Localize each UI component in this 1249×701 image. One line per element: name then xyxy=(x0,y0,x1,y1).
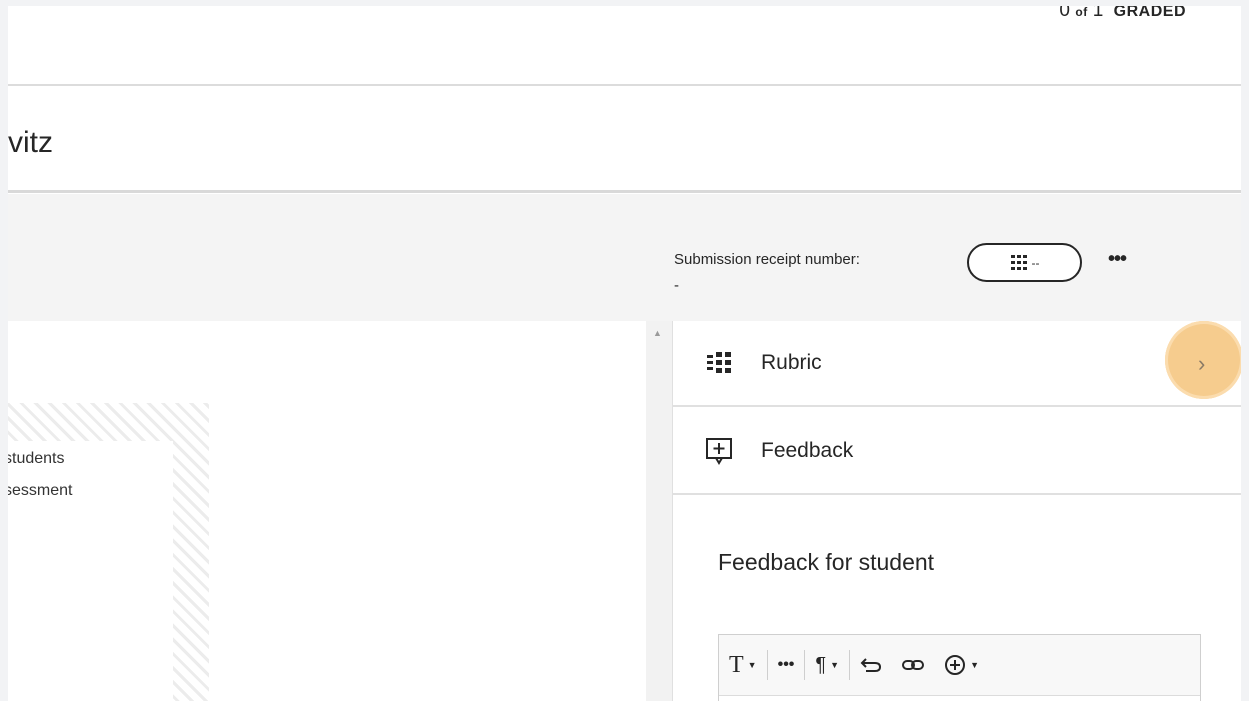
student-name-bar: vitz xyxy=(8,86,1241,193)
graded-status: 0 of 1 GRADED xyxy=(1059,6,1186,22)
receipt-label: Submission receipt number: - xyxy=(674,247,860,299)
scroll-up-icon[interactable]: ▲ xyxy=(653,328,662,338)
graded-of: of xyxy=(1075,6,1088,19)
graded-count: 0 xyxy=(1059,6,1071,21)
grading-panel: Rubric › Feedback Feedback for student T… xyxy=(672,321,1241,701)
more-options-icon[interactable]: ••• xyxy=(768,635,805,695)
receipt-label-text: Submission receipt number: xyxy=(674,251,860,268)
chevron-right-icon[interactable]: › xyxy=(1198,351,1205,377)
rubric-label: Rubric xyxy=(761,351,822,374)
graded-total: 1 xyxy=(1092,6,1104,21)
more-horizontal-icon[interactable]: ••• xyxy=(1108,248,1127,271)
receipt-value: - xyxy=(674,277,679,294)
graded-label: GRADED xyxy=(1113,6,1186,20)
feedback-row[interactable]: Feedback xyxy=(673,409,1241,495)
feedback-label: Feedback xyxy=(761,439,854,462)
insert-add-icon[interactable]: ▼ xyxy=(934,635,989,695)
feedback-title: Feedback for student xyxy=(718,549,935,575)
scrollbar[interactable] xyxy=(646,321,672,701)
grading-view: 0 of 1 GRADED vitz Submission receipt nu… xyxy=(8,6,1241,701)
paragraph-icon[interactable]: ¶ ▼ xyxy=(805,635,849,695)
submission-document: students sessment xyxy=(8,321,646,701)
add-feedback-icon xyxy=(706,438,732,465)
document-line: students xyxy=(8,450,65,467)
top-bar: 0 of 1 GRADED xyxy=(8,6,1241,86)
rubric-row[interactable]: Rubric › xyxy=(673,321,1241,407)
document-text: students sessment xyxy=(8,443,72,507)
receipt-pill-text: -- xyxy=(1031,255,1040,270)
link-icon[interactable] xyxy=(892,635,934,695)
grid-icon xyxy=(1010,254,1027,270)
undo-icon[interactable] xyxy=(850,635,892,695)
submission-bar: Submission receipt number: - -- ••• xyxy=(8,194,1241,321)
text-format-icon[interactable]: T ▼ xyxy=(719,635,767,695)
document-line: sessment xyxy=(8,482,73,499)
rubric-icon xyxy=(707,352,731,373)
student-name: vitz xyxy=(8,126,53,159)
editor-toolbar: T ▼ ••• ¶ ▼ ▼ xyxy=(719,635,1200,696)
receipt-button[interactable]: -- xyxy=(967,243,1082,282)
feedback-editor[interactable]: T ▼ ••• ¶ ▼ ▼ xyxy=(718,634,1201,701)
